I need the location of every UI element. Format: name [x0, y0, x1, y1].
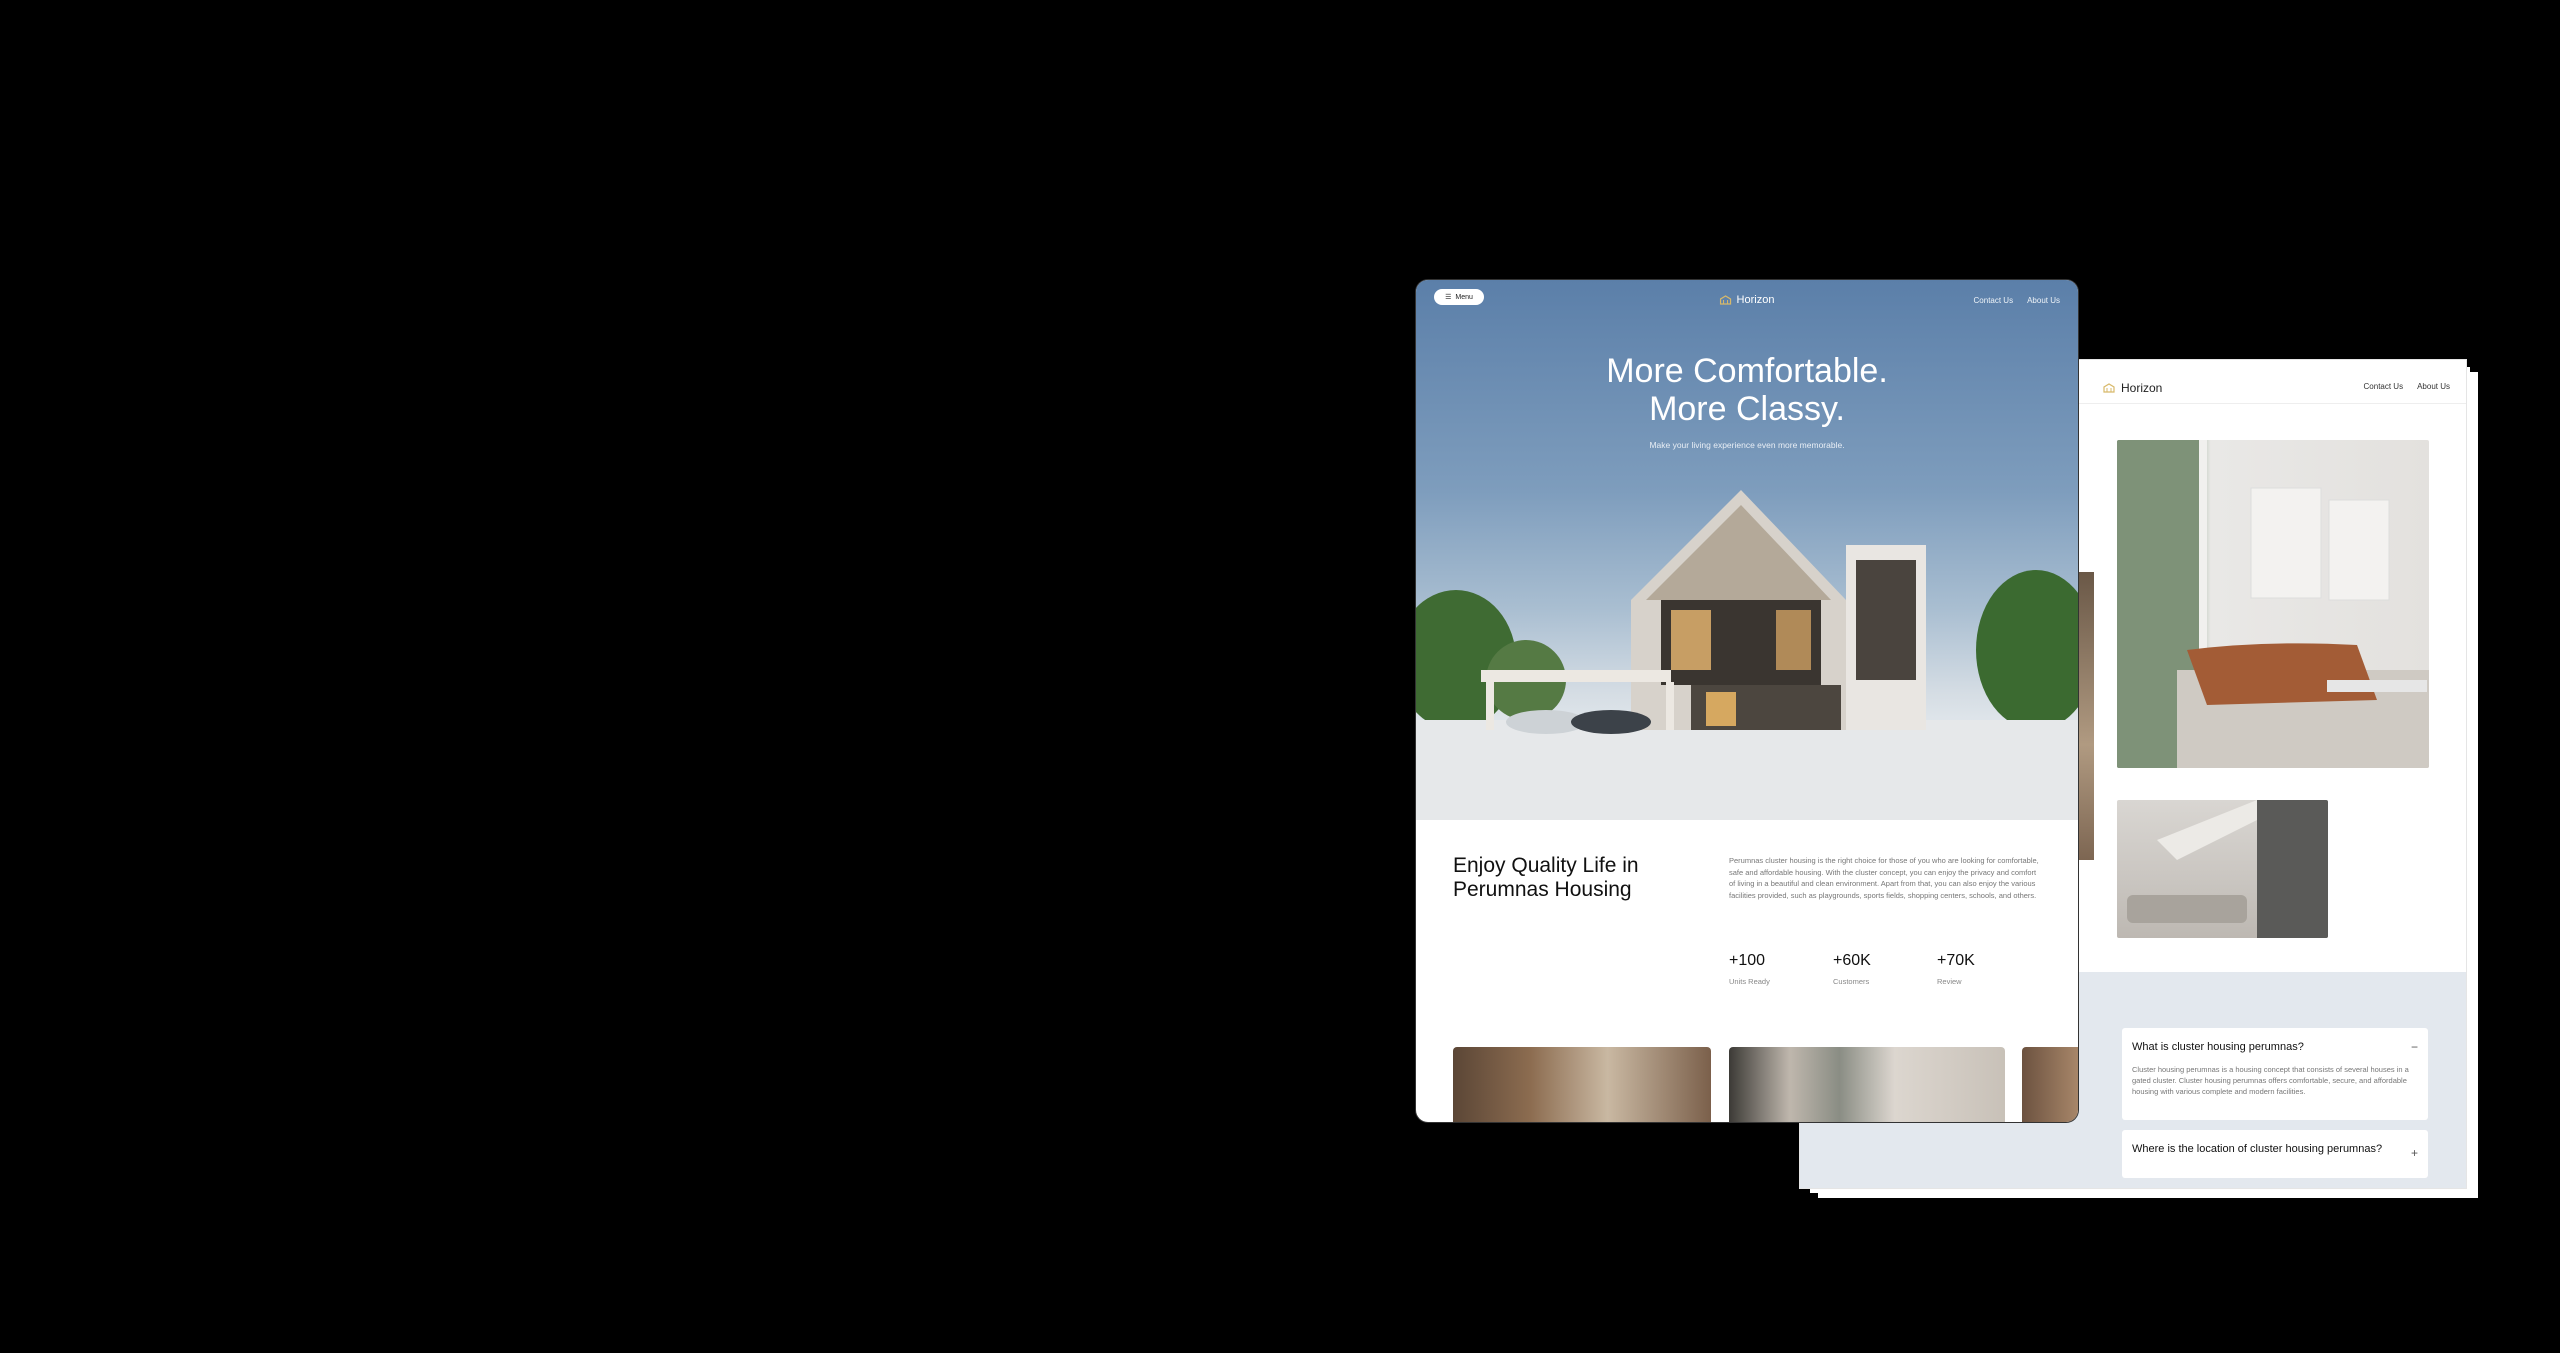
stats-row: +100 Units Ready +60K Customers +70K Rev… [1729, 952, 2001, 986]
hero-section: ☰ Menu Horizon Contact Us About Us More … [1416, 280, 2078, 820]
faq-answer: Cluster housing perumnas is a housing co… [2132, 1065, 2409, 1096]
stat-label: Review [1937, 977, 1962, 986]
brand-name: Horizon [2121, 381, 2163, 395]
hero-subtitle: Make your living experience even more me… [1649, 440, 1845, 450]
nav-link-contact[interactable]: Contact Us [1974, 296, 2014, 305]
stat-value: +100 [1729, 952, 1766, 969]
interior-thumbnail[interactable] [1453, 1047, 1711, 1122]
faq-question: What is cluster housing perumnas? [2132, 1041, 2304, 1053]
intro-text: Perumnas cluster housing is the right ch… [1729, 856, 2039, 900]
stat-label: Customers [1833, 977, 1870, 986]
hero-title: More Comfortable. More Classy. [1416, 352, 2078, 428]
house-illustration [1416, 490, 2078, 820]
nav-link-about[interactable]: About Us [2027, 296, 2060, 305]
brand-name: Horizon [1736, 294, 1775, 306]
stat-review: +70K Review [1937, 952, 2001, 986]
staircase-image [2117, 800, 2328, 938]
partial-page-edge [2078, 572, 2094, 860]
hero-logo[interactable]: Horizon [1719, 294, 1775, 306]
stat-customers: +60K Customers [1833, 952, 1897, 986]
stat-value: +70K [1937, 952, 1975, 969]
nav-link-about[interactable]: About Us [2417, 382, 2450, 391]
stat-units: +100 Units Ready [1729, 952, 1793, 986]
secondary-logo[interactable]: Horizon [2103, 381, 2162, 395]
stat-value: +60K [1833, 952, 1871, 969]
living-room-image [2117, 440, 2429, 768]
expand-icon[interactable]: + [2411, 1146, 2418, 1160]
faq-question: Where is the location of cluster housing… [2132, 1143, 2383, 1155]
faq-item-closed[interactable]: Where is the location of cluster housing… [2122, 1130, 2428, 1178]
menu-label: Menu [1455, 293, 1473, 301]
house-logo-icon [2103, 383, 2115, 393]
main-landing-page: ☰ Menu Horizon Contact Us About Us More … [1416, 280, 2078, 1122]
interior-thumbnail[interactable] [1729, 1047, 2005, 1122]
nav-link-contact[interactable]: Contact Us [2364, 382, 2404, 391]
collapse-icon[interactable]: − [2411, 1040, 2418, 1054]
interior-thumbnail[interactable] [2022, 1047, 2078, 1122]
hamburger-icon: ☰ [1445, 294, 1452, 301]
hero-title-line-1: More Comfortable. [1606, 352, 1888, 390]
menu-button[interactable]: ☰ Menu [1434, 289, 1484, 305]
stat-label: Units Ready [1729, 977, 1770, 986]
hero-title-line-2: More Classy. [1649, 390, 1845, 428]
presentation-stage: Horizon Contact Us About Us What is clus… [0, 0, 2560, 1353]
house-logo-icon [1719, 295, 1732, 305]
intro-title: Enjoy Quality Life in Perumnas Housing [1453, 854, 1639, 901]
faq-item-open[interactable]: What is cluster housing perumnas? − Clus… [2122, 1028, 2428, 1120]
